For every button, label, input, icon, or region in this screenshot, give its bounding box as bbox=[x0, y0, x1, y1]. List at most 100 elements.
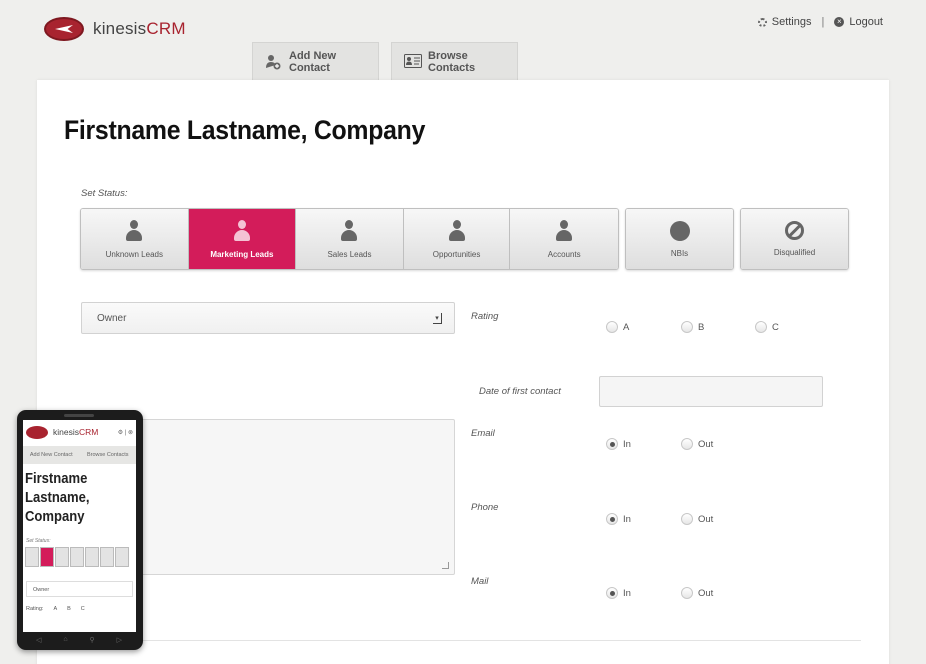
owner-select-value: Owner bbox=[97, 313, 127, 324]
gear-icon bbox=[757, 17, 767, 27]
status-label: Sales Leads bbox=[327, 249, 372, 259]
logout-link[interactable]: × Logout bbox=[834, 16, 883, 28]
logo-main-text: kinesis bbox=[53, 427, 79, 437]
status-label: Unknown Leads bbox=[105, 249, 163, 259]
person-icon bbox=[233, 219, 251, 242]
mobile-logo: kinesisCRM bbox=[53, 427, 98, 437]
phone-in-radio[interactable]: In bbox=[606, 513, 631, 525]
status-group-nbi: NBIs bbox=[625, 208, 734, 270]
date-first-contact-input[interactable] bbox=[599, 376, 823, 407]
radio-label: In bbox=[623, 587, 631, 599]
mobile-status-button[interactable] bbox=[40, 547, 54, 567]
status-marketing-leads[interactable]: Marketing Leads bbox=[188, 209, 297, 269]
mobile-rating-option[interactable]: A bbox=[53, 606, 57, 612]
status-unknown-leads[interactable]: Unknown Leads bbox=[81, 209, 189, 269]
home-icon[interactable]: ⌂ bbox=[63, 636, 67, 646]
tab-browse-contacts[interactable]: Browse Contacts bbox=[391, 42, 518, 80]
status-label: NBIs bbox=[670, 248, 689, 258]
mail-label: Mail bbox=[471, 576, 489, 587]
mobile-status-button[interactable] bbox=[70, 547, 84, 567]
status-nbis[interactable]: NBIs bbox=[626, 209, 733, 269]
mobile-navbar: ◁ ⌂ ⚲ ▷ bbox=[25, 636, 133, 646]
mobile-owner-select[interactable]: Owner bbox=[26, 581, 133, 597]
mail-in-radio[interactable]: In bbox=[606, 587, 631, 599]
logo-accent-text: CRM bbox=[146, 19, 186, 38]
radio-label: In bbox=[623, 513, 631, 525]
status-label: Opportunities bbox=[432, 249, 481, 259]
mobile-tab-add[interactable]: Add New Contact bbox=[23, 446, 80, 464]
phone-out-radio[interactable]: Out bbox=[681, 513, 713, 525]
mobile-rating-option[interactable]: B bbox=[67, 606, 71, 612]
mobile-rating-label: Rating: bbox=[26, 606, 44, 612]
mobile-status-button[interactable] bbox=[100, 547, 114, 567]
email-out-radio[interactable]: Out bbox=[681, 438, 713, 450]
rating-b-radio[interactable]: B bbox=[681, 321, 704, 333]
radio-label: B bbox=[698, 321, 705, 333]
tab-label: Browse Contacts bbox=[428, 49, 476, 74]
mail-out-radio[interactable]: Out bbox=[681, 587, 713, 599]
radio-circle bbox=[606, 438, 618, 450]
back-icon[interactable]: ◁ bbox=[36, 636, 41, 646]
page-title: Firstname Lastname, Company bbox=[64, 115, 426, 145]
mobile-rating: Rating: A B C bbox=[26, 606, 85, 612]
mobile-screen: kinesisCRM ⚙ | ⊗ Add New Contact Browse … bbox=[23, 420, 136, 632]
mobile-status-group bbox=[25, 547, 129, 567]
radio-label: Out bbox=[698, 513, 714, 525]
settings-label: Settings bbox=[771, 16, 812, 28]
radio-label: Out bbox=[698, 438, 714, 450]
ban-icon bbox=[785, 221, 804, 240]
owner-select[interactable]: Owner ▾ bbox=[81, 302, 455, 334]
app-logo[interactable]: kinesisCRM bbox=[93, 19, 186, 39]
radio-circle bbox=[606, 321, 618, 333]
tab-add-new-contact[interactable]: Add New Contact bbox=[252, 42, 379, 80]
radio-circle bbox=[755, 321, 767, 333]
logo-main-text: kinesis bbox=[93, 19, 147, 38]
mobile-status-button[interactable] bbox=[115, 547, 129, 567]
add-user-icon bbox=[265, 54, 281, 70]
settings-link[interactable]: Settings bbox=[757, 16, 812, 28]
radio-circle bbox=[606, 513, 618, 525]
status-opportunities[interactable]: Opportunities bbox=[403, 209, 511, 269]
email-label: Email bbox=[471, 428, 495, 439]
radio-label: In bbox=[623, 438, 631, 450]
radio-label: C bbox=[772, 321, 779, 333]
rating-c-radio[interactable]: C bbox=[755, 321, 779, 333]
status-disqualified[interactable]: Disqualified bbox=[741, 209, 848, 269]
status-sales-leads[interactable]: Sales Leads bbox=[296, 209, 404, 269]
mobile-status-button[interactable] bbox=[85, 547, 99, 567]
mobile-status-button[interactable] bbox=[55, 547, 69, 567]
person-icon bbox=[448, 219, 466, 242]
logout-icon: × bbox=[834, 17, 845, 27]
phone-label: Phone bbox=[471, 502, 499, 513]
chevron-down-icon: ▾ bbox=[433, 313, 442, 324]
mobile-status-button[interactable] bbox=[25, 547, 39, 567]
person-icon bbox=[555, 219, 573, 242]
logo-icon bbox=[26, 426, 48, 439]
status-label: Disqualified bbox=[773, 248, 816, 257]
logo-accent-text: CRM bbox=[78, 427, 99, 437]
radio-circle bbox=[681, 587, 693, 599]
tab-label: Add New Contact bbox=[289, 49, 337, 74]
person-icon bbox=[125, 219, 143, 242]
status-label: Accounts bbox=[547, 249, 581, 259]
mobile-tabs: Add New Contact Browse Contacts bbox=[23, 446, 136, 464]
status-group-main: Unknown Leads Marketing Leads Sales Lead… bbox=[80, 208, 619, 270]
menu-icon[interactable]: ▷ bbox=[117, 636, 122, 646]
radio-circle bbox=[606, 587, 618, 599]
speaker-grille bbox=[64, 414, 94, 417]
status-group-disqualified: Disqualified bbox=[740, 208, 849, 270]
status-accounts[interactable]: Accounts bbox=[510, 209, 618, 269]
mobile-tab-browse[interactable]: Browse Contacts bbox=[80, 446, 137, 464]
search-icon[interactable]: ⚲ bbox=[90, 636, 95, 646]
mobile-status-label: Set Status: bbox=[26, 538, 51, 544]
mobile-rating-option[interactable]: C bbox=[81, 606, 85, 612]
email-in-radio[interactable]: In bbox=[606, 438, 631, 450]
person-icon bbox=[340, 219, 358, 242]
contact-card-icon bbox=[404, 53, 422, 70]
radio-circle bbox=[681, 438, 693, 450]
logo-icon bbox=[44, 17, 84, 41]
main-panel bbox=[37, 80, 889, 664]
rating-a-radio[interactable]: A bbox=[606, 321, 629, 333]
rating-label: Rating bbox=[471, 311, 499, 322]
mobile-preview: kinesisCRM ⚙ | ⊗ Add New Contact Browse … bbox=[17, 410, 143, 650]
